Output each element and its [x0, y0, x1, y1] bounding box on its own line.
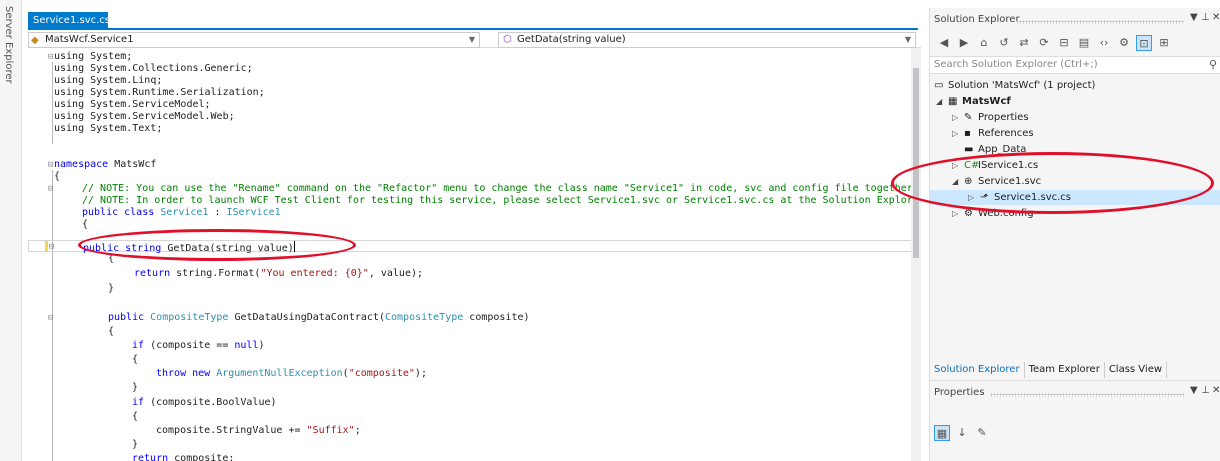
code-line[interactable]: ⊟ namespace MatsWcf — [28, 159, 913, 171]
collapsed-icon[interactable]: ▷ — [952, 110, 964, 125]
method-icon: ⬡ — [503, 34, 512, 45]
view-code-icon[interactable]: ‹› — [1096, 35, 1112, 51]
code-line[interactable]: using System.ServiceModel; — [28, 99, 913, 111]
sync-icon[interactable]: ⇄ — [1016, 35, 1032, 51]
forward-icon[interactable]: ▶ — [956, 35, 972, 51]
class-diagram-icon[interactable]: ⊞ — [1156, 35, 1172, 51]
tree-item-solution[interactable]: ▭ Solution 'MatsWcf' (1 project) — [934, 78, 1095, 93]
fold-toggle[interactable]: ⊟ — [49, 241, 59, 253]
annotation-ellipse — [891, 152, 1214, 214]
annotation-ellipse — [78, 229, 356, 261]
chevron-down-icon[interactable]: ▼ — [469, 33, 475, 47]
preview-selected-icon[interactable]: ⊡ — [1136, 35, 1152, 51]
member-dropdown[interactable]: ⬡ GetData(string value) ▼ — [498, 32, 916, 48]
close-icon[interactable]: ✕ — [1212, 12, 1220, 23]
references-icon: ▪ — [964, 128, 971, 139]
tab-solution-explorer[interactable]: Solution Explorer — [930, 362, 1025, 378]
properties-icon[interactable]: ⚙ — [1116, 35, 1132, 51]
fold-toggle[interactable]: ⊟ — [48, 312, 58, 324]
tree-item-references[interactable]: ▷ ▪ References — [952, 126, 1034, 141]
pin-icon[interactable]: ⊕ — [121, 12, 129, 30]
home-icon[interactable]: ⌂ — [976, 35, 992, 51]
code-line[interactable]: { — [28, 354, 913, 366]
web-project-icon: ▦ — [948, 96, 958, 107]
code-line[interactable]: { — [28, 171, 913, 183]
dropdown-icon[interactable]: ▼ — [1190, 385, 1198, 396]
close-icon[interactable]: ✕ — [135, 12, 143, 30]
collapsed-icon[interactable]: ▷ — [952, 126, 964, 141]
search-placeholder: Search Solution Explorer (Ctrl+;) — [934, 59, 1098, 70]
code-line[interactable]: } — [28, 382, 913, 394]
expanded-icon[interactable]: ◢ — [936, 94, 948, 109]
tab-class-view[interactable]: Class View — [1105, 362, 1168, 378]
code-line[interactable]: using System.Runtime.Serialization; — [28, 87, 913, 99]
code-line[interactable]: { — [28, 219, 913, 231]
code-line[interactable]: if (composite.BoolValue) — [28, 397, 913, 409]
collapse-all-icon[interactable]: ⊟ — [1056, 35, 1072, 51]
code-line[interactable]: { — [28, 411, 913, 423]
member-dropdown-value: GetData(string value) — [517, 34, 626, 45]
code-line[interactable]: } — [28, 283, 913, 295]
dropdown-icon[interactable]: ▼ — [1190, 12, 1198, 23]
code-line[interactable]: { — [28, 326, 913, 338]
code-line[interactable]: ⊟ // NOTE: You can use the "Rename" comm… — [28, 183, 913, 195]
explorer-tabs: Solution Explorer Team Explorer Class Vi… — [930, 362, 1220, 378]
code-line[interactable]: using System.ServiceModel.Web; — [28, 111, 913, 123]
pin-icon[interactable]: ⊥ — [1201, 385, 1210, 396]
history-icon[interactable]: ↺ — [996, 35, 1012, 51]
code-line[interactable]: using System.Linq; — [28, 75, 913, 87]
code-line[interactable]: return string.Format("You entered: {0}",… — [28, 268, 913, 280]
document-tab[interactable]: Service1.svc.cs* ⊕ ✕ — [28, 12, 142, 30]
server-explorer-strip[interactable]: Server Explorer — [0, 0, 22, 461]
navigation-bar: ◆ MatsWcf.Service1 ▼ ⬡ GetData(string va… — [28, 32, 921, 48]
refresh-icon[interactable]: ⟳ — [1036, 35, 1052, 51]
show-all-files-icon[interactable]: ▤ — [1076, 35, 1092, 51]
solution-explorer-title: Solution Explorer — [934, 14, 1020, 25]
code-line[interactable]: return composite; — [28, 453, 913, 461]
server-explorer-label[interactable]: Server Explorer — [3, 6, 14, 84]
type-dropdown[interactable]: ◆ MatsWcf.Service1 ▼ — [28, 32, 480, 48]
code-line[interactable]: using System.Collections.Generic; — [28, 63, 913, 75]
code-line[interactable]: // NOTE: In order to launch WCF Test Cli… — [28, 195, 913, 207]
fold-toggle[interactable]: ⊟ — [48, 183, 58, 195]
code-line[interactable]: ⊟ using System; — [28, 51, 913, 63]
properties-title: Properties — [934, 387, 985, 398]
properties-panel: Properties ▼ ⊥ ✕ ▦ ↓ ✎ — [929, 380, 1220, 461]
properties-toolbar: ▦ ↓ ✎ — [934, 425, 990, 441]
code-line[interactable]: ⊟ public CompositeType GetDataUsingDataC… — [28, 312, 913, 324]
pin-icon[interactable]: ⊥ — [1201, 12, 1210, 23]
back-icon[interactable]: ◀ — [936, 35, 952, 51]
code-line[interactable]: public class Service1 : IService1 — [28, 207, 913, 219]
panel-grip[interactable] — [1016, 20, 1184, 24]
solution-icon: ▭ — [934, 80, 944, 91]
code-line[interactable]: } — [28, 439, 913, 451]
scrollbar-thumb[interactable] — [913, 68, 919, 258]
tree-item-properties[interactable]: ▷ ✎ Properties — [952, 110, 1029, 125]
tab-team-explorer[interactable]: Team Explorer — [1025, 362, 1105, 378]
code-line[interactable]: if (composite == null) — [28, 340, 913, 352]
solution-explorer-toolbar: ◀ ▶ ⌂ ↺ ⇄ ⟳ ⊟ ▤ ‹› ⚙ ⊡ ⊞ — [930, 32, 1220, 54]
document-tab-title[interactable]: Service1.svc.cs* — [33, 12, 115, 30]
chevron-down-icon[interactable]: ▼ — [905, 33, 911, 47]
categorized-icon[interactable]: ▦ — [934, 425, 950, 441]
code-line[interactable]: throw new ArgumentNullException("composi… — [28, 368, 913, 380]
type-dropdown-value: MatsWcf.Service1 — [45, 34, 134, 45]
alphabetical-icon[interactable]: ↓ — [954, 425, 970, 441]
panel-grip[interactable] — [990, 393, 1184, 397]
code-line[interactable]: composite.StringValue += "Suffix"; — [28, 425, 913, 437]
close-icon[interactable]: ✕ — [1212, 385, 1220, 396]
wrench-icon: ✎ — [964, 112, 973, 123]
class-icon: ◆ — [31, 35, 39, 46]
document-tab-bar: Service1.svc.cs* ⊕ ✕ — [28, 12, 918, 30]
search-icon[interactable]: ⚲ — [1209, 57, 1217, 73]
property-pages-icon[interactable]: ✎ — [974, 425, 990, 441]
solution-search-input[interactable]: Search Solution Explorer (Ctrl+;) ⚲ — [930, 56, 1220, 74]
tree-item-project[interactable]: ◢ ▦ MatsWcf — [936, 94, 1011, 109]
editor-scrollbar[interactable] — [911, 48, 921, 461]
code-line[interactable]: using System.Text; — [28, 123, 913, 135]
